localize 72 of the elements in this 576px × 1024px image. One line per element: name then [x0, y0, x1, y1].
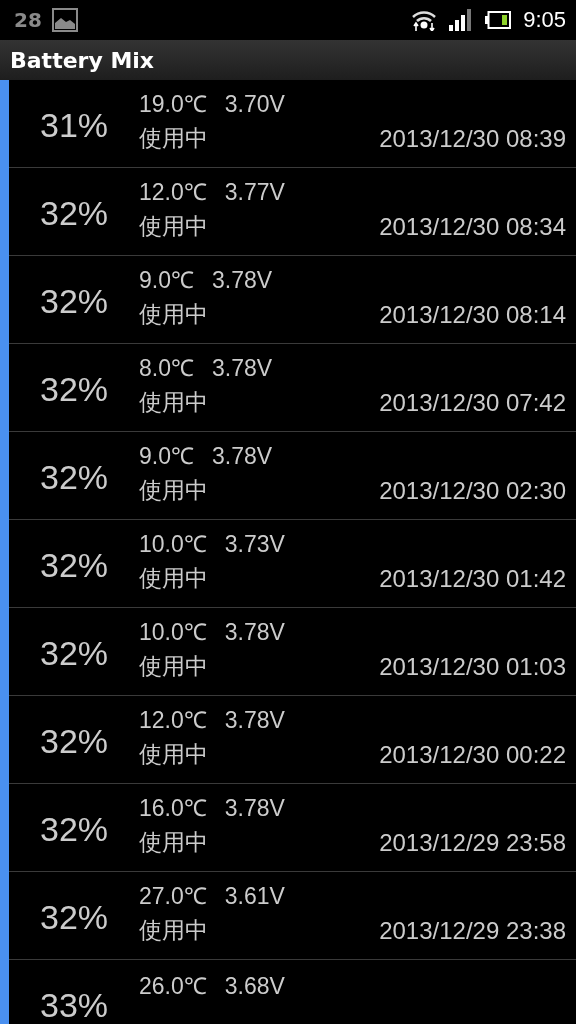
battery-icon — [485, 11, 512, 29]
voltage: 3.61V — [224, 883, 285, 910]
timestamp: 2013/12/30 02:30 — [379, 477, 566, 505]
voltage: 3.78V — [212, 267, 273, 294]
temperature: 27.0℃ — [139, 882, 207, 911]
picture-icon — [51, 8, 78, 32]
voltage: 3.78V — [224, 707, 285, 734]
list-item[interactable]: 33% 26.0℃ 3.68V — [0, 960, 576, 1024]
list-item[interactable]: 32% 12.0℃ 3.78V 使用中 2013/12/30 00:22 — [0, 696, 576, 784]
list-item[interactable]: 32% 8.0℃ 3.78V 使用中 2013/12/30 07:42 — [0, 344, 576, 432]
temperature: 12.0℃ — [139, 178, 207, 207]
list-item[interactable]: 32% 12.0℃ 3.77V 使用中 2013/12/30 08:34 — [0, 168, 576, 256]
timestamp: 2013/12/30 01:03 — [379, 653, 566, 681]
voltage: 3.70V — [224, 91, 285, 118]
voltage: 3.78V — [224, 795, 285, 822]
list-item[interactable]: 32% 10.0℃ 3.78V 使用中 2013/12/30 01:03 — [0, 608, 576, 696]
list-item[interactable]: 32% 9.0℃ 3.78V 使用中 2013/12/30 02:30 — [0, 432, 576, 520]
temperature: 19.0℃ — [139, 90, 207, 119]
battery-percent: 32% — [38, 194, 110, 233]
signal-icon — [449, 9, 474, 31]
battery-percent: 32% — [38, 282, 110, 321]
status-text: 使用中 — [139, 300, 209, 329]
clock-time: 9:05 — [523, 7, 566, 33]
battery-percent: 32% — [38, 546, 110, 585]
list-item[interactable]: 32% 9.0℃ 3.78V 使用中 2013/12/30 08:14 — [0, 256, 576, 344]
voltage: 3.78V — [224, 619, 285, 646]
notification-count: 28 — [14, 8, 42, 32]
app-title: Battery Mix — [10, 47, 155, 73]
temperature: 9.0℃ — [139, 266, 194, 295]
battery-percent: 32% — [38, 458, 110, 497]
battery-percent: 32% — [38, 810, 110, 849]
temperature: 12.0℃ — [139, 706, 207, 735]
temperature: 10.0℃ — [139, 530, 207, 559]
status-text: 使用中 — [139, 652, 209, 681]
timestamp: 2013/12/30 01:42 — [379, 565, 566, 593]
voltage: 3.78V — [212, 355, 273, 382]
status-text: 使用中 — [139, 476, 209, 505]
temperature: 16.0℃ — [139, 794, 207, 823]
temperature: 8.0℃ — [139, 354, 194, 383]
row-marker — [0, 960, 9, 1024]
timestamp: 2013/12/29 23:58 — [379, 829, 566, 857]
wifi-icon — [411, 9, 438, 31]
status-text: 使用中 — [139, 740, 209, 769]
list-item[interactable]: 32% 16.0℃ 3.78V 使用中 2013/12/29 23:58 — [0, 784, 576, 872]
battery-percent: 33% — [38, 986, 110, 1024]
temperature: 26.0℃ — [139, 971, 207, 1001]
status-text: 使用中 — [139, 828, 209, 857]
status-text: 使用中 — [139, 124, 209, 153]
battery-percent: 32% — [38, 898, 110, 937]
battery-percent: 31% — [38, 106, 110, 145]
timestamp: 2013/12/29 23:38 — [379, 917, 566, 945]
timestamp: 2013/12/30 00:22 — [379, 741, 566, 769]
temperature: 10.0℃ — [139, 618, 207, 647]
voltage: 3.68V — [224, 972, 285, 1000]
list-item[interactable]: 32% 10.0℃ 3.73V 使用中 2013/12/30 01:42 — [0, 520, 576, 608]
battery-percent: 32% — [38, 722, 110, 761]
status-text: 使用中 — [139, 212, 209, 241]
battery-percent: 32% — [38, 634, 110, 673]
status-text: 使用中 — [139, 916, 209, 945]
timestamp: 2013/12/30 07:42 — [379, 389, 566, 417]
temperature: 9.0℃ — [139, 442, 194, 471]
voltage: 3.73V — [224, 531, 285, 558]
timestamp: 2013/12/30 08:14 — [379, 301, 566, 329]
timestamp: 2013/12/30 08:34 — [379, 213, 566, 241]
timestamp: 2013/12/30 08:39 — [379, 125, 566, 153]
voltage: 3.77V — [224, 179, 285, 206]
voltage: 3.78V — [212, 443, 273, 470]
list-item[interactable]: 31% 19.0℃ 3.70V 使用中 2013/12/30 08:39 — [0, 80, 576, 168]
status-text: 使用中 — [139, 388, 209, 417]
battery-percent: 32% — [38, 370, 110, 409]
status-text: 使用中 — [139, 564, 209, 593]
list-item[interactable]: 32% 27.0℃ 3.61V 使用中 2013/12/29 23:38 — [0, 872, 576, 960]
